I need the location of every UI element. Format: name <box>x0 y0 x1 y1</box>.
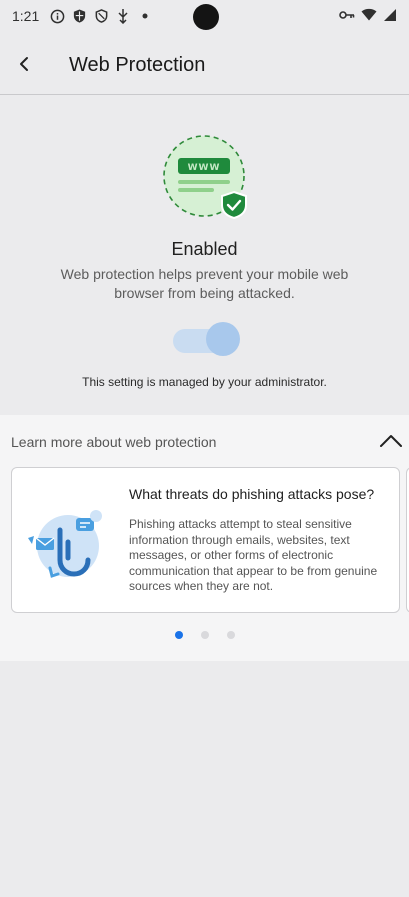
shield-check-icon <box>221 190 247 220</box>
wifi-icon <box>361 8 377 24</box>
info-icon <box>49 8 65 24</box>
learn-more-label: Learn more about web protection <box>11 434 217 450</box>
carousel-pagination <box>0 631 409 641</box>
web-protection-toggle[interactable] <box>173 322 240 356</box>
card-body: Phishing attacks attempt to steal sensit… <box>129 517 378 594</box>
pagination-dot-3[interactable] <box>226 631 235 639</box>
phishing-illustration <box>26 504 108 588</box>
page-title: Web Protection <box>69 54 206 76</box>
chevron-up-icon[interactable] <box>379 431 403 451</box>
key-icon <box>339 8 355 24</box>
protection-description: Web protection helps prevent your mobile… <box>60 266 349 301</box>
admin-managed-note: This setting is managed by your administ… <box>82 375 327 389</box>
app-header: Web Protection <box>0 40 409 94</box>
pagination-dot-2[interactable] <box>200 631 209 639</box>
learn-more-header[interactable]: Learn more about web protection <box>0 415 409 467</box>
web-protection-illustration: WWW <box>162 134 250 222</box>
phishing-info-card[interactable]: What threats do phishing attacks pose? P… <box>11 467 400 613</box>
usb-icon <box>115 8 131 24</box>
www-label: WWW <box>188 163 221 173</box>
shield-outline-icon <box>93 8 109 24</box>
dot-icon <box>137 8 153 24</box>
protection-status: Enabled <box>171 239 238 259</box>
header-divider <box>0 94 409 95</box>
status-time: 1:21 <box>12 8 40 24</box>
learn-more-panel: Learn more about web protection What thr… <box>0 415 409 661</box>
chevron-left-icon <box>18 56 30 77</box>
back-button[interactable] <box>10 52 38 80</box>
shield-icon <box>71 8 87 24</box>
camera-cutout <box>193 4 219 30</box>
card-title: What threats do phishing attacks pose? <box>129 486 375 502</box>
pagination-dot-1[interactable] <box>174 631 183 639</box>
toggle-thumb <box>206 322 240 356</box>
signal-icon <box>383 8 397 25</box>
